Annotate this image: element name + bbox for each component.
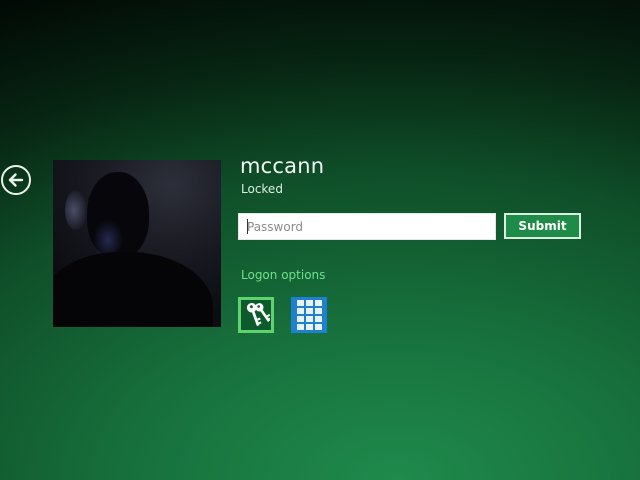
avatar [53, 160, 221, 327]
account-status: Locked [241, 182, 283, 196]
avatar-shoulders [53, 252, 213, 327]
password-key-icon [246, 302, 270, 327]
pin-keypad-cell [296, 308, 304, 314]
pin-keypad-cell [305, 300, 313, 306]
avatar-ear [65, 190, 87, 230]
password-input[interactable] [238, 213, 496, 240]
password-option-button[interactable] [238, 297, 274, 333]
logon-options-link[interactable]: Logon options [241, 268, 325, 282]
username: mccann [240, 154, 325, 178]
pin-option-button[interactable] [291, 297, 327, 333]
pin-keypad-cell [314, 308, 322, 314]
pin-keypad-cell [296, 316, 304, 322]
pin-keypad-cell [305, 308, 313, 314]
pin-keypad-cell [314, 316, 322, 322]
pin-keypad-cell [314, 300, 322, 306]
pin-keypad-cell [314, 324, 322, 330]
pin-keypad-icon [296, 300, 304, 306]
pin-keypad-cell [296, 324, 304, 330]
pin-keypad-cell [305, 324, 313, 330]
back-arrow-icon [8, 173, 24, 187]
text-caret [247, 219, 248, 234]
back-button[interactable] [1, 165, 31, 195]
submit-button[interactable]: Submit [504, 213, 581, 239]
pin-keypad-cell [305, 316, 313, 322]
